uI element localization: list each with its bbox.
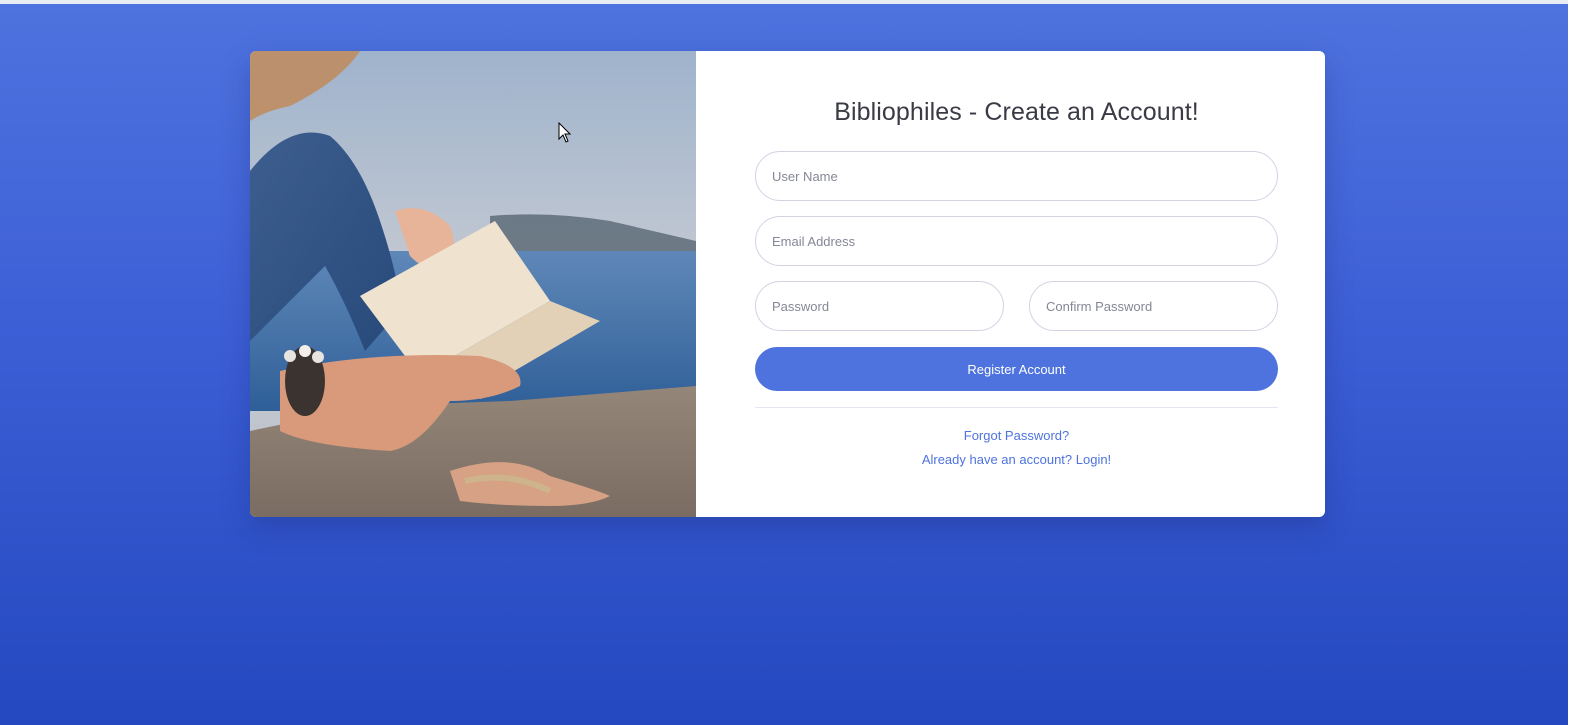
email-field[interactable]	[755, 216, 1278, 266]
page-scrollbar[interactable]	[1568, 0, 1593, 725]
register-account-button[interactable]: Register Account	[755, 347, 1278, 391]
register-card: Bibliophiles - Create an Account! Regist…	[250, 51, 1325, 517]
reading-image	[250, 51, 696, 517]
divider	[755, 407, 1278, 408]
mouse-cursor-icon	[558, 122, 572, 143]
confirm-password-field[interactable]	[1029, 281, 1278, 331]
reading-illustration	[250, 51, 696, 517]
username-field[interactable]	[755, 151, 1278, 201]
top-strip	[0, 0, 1568, 4]
auth-links: Forgot Password? Already have an account…	[755, 428, 1278, 468]
page-title: Bibliophiles - Create an Account!	[834, 98, 1199, 126]
login-link[interactable]: Already have an account? Login!	[755, 452, 1278, 468]
register-form: Bibliophiles - Create an Account! Regist…	[696, 51, 1325, 517]
password-row	[755, 281, 1278, 331]
password-field[interactable]	[755, 281, 1004, 331]
forgot-password-link[interactable]: Forgot Password?	[755, 428, 1278, 444]
